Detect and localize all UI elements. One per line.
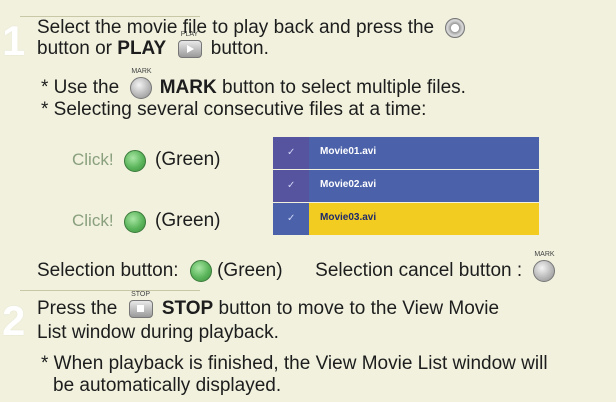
file-row[interactable]: ✓ Movie01.avi bbox=[273, 137, 539, 169]
step-1-line-2-pre: button or bbox=[37, 38, 112, 59]
row-checkbox[interactable]: ✓ bbox=[273, 137, 309, 169]
play-button-icon: PLAY bbox=[177, 31, 202, 58]
file-name: Movie02.avi bbox=[320, 179, 377, 190]
step-2-line-1: Press the STOP STOP button to move to th… bbox=[37, 291, 500, 320]
row-checkbox[interactable]: ✓ bbox=[273, 203, 309, 235]
mark-button-icon: MARK bbox=[130, 68, 153, 99]
step-divider bbox=[20, 290, 200, 291]
play-button-caption: PLAY bbox=[180, 30, 199, 38]
file-name: Movie03.avi bbox=[320, 212, 377, 223]
check-icon: ✓ bbox=[287, 147, 296, 158]
file-name: Movie01.avi bbox=[320, 146, 377, 157]
green-label-1: (Green) bbox=[155, 149, 221, 170]
step-2-line-1-pre: Press the bbox=[37, 298, 118, 319]
click-label-2: Click! bbox=[72, 211, 114, 230]
file-row[interactable]: ✓ Movie02.avi bbox=[273, 170, 539, 202]
cancel-mark-caption: MARK bbox=[534, 251, 555, 258]
stop-label: STOP bbox=[161, 298, 214, 319]
green-button-icon bbox=[124, 210, 147, 233]
step-2-number: 2 bbox=[2, 297, 26, 344]
selection-legend: Selection button: (Green) Selection canc… bbox=[37, 251, 556, 282]
check-icon: ✓ bbox=[287, 180, 296, 191]
step-1-note-2: * Selecting several consecutive files at… bbox=[41, 99, 427, 120]
step-2-note-1-cont: be automatically displayed. bbox=[53, 375, 282, 396]
click-callout-2: Click! (Green) bbox=[72, 210, 221, 233]
green-label-2: (Green) bbox=[155, 210, 221, 231]
mark-button-caption: MARK bbox=[131, 68, 152, 75]
step-1-note-1: * Use the MARK MARK button to select mul… bbox=[41, 68, 466, 99]
step-1-note-1-post: button to select multiple files. bbox=[222, 77, 466, 99]
stop-button-caption: STOP bbox=[131, 290, 151, 298]
click-callout-1: Click! (Green) bbox=[72, 149, 221, 172]
mark-label: MARK bbox=[159, 77, 217, 99]
step-2-line-1-post: button to move to the View Movie bbox=[218, 298, 500, 319]
selection-button-color: (Green) bbox=[217, 260, 283, 282]
click-label-1: Click! bbox=[72, 150, 114, 169]
file-row-selected[interactable]: ✓ Movie03.avi bbox=[273, 203, 539, 235]
row-checkbox[interactable]: ✓ bbox=[273, 170, 309, 202]
enter-button-icon bbox=[445, 17, 466, 38]
step-2-note-1: * When playback is finished, the View Mo… bbox=[41, 353, 548, 374]
step-1-number: 1 bbox=[2, 17, 26, 64]
step-1-line-2: button or PLAY PLAY button. bbox=[37, 31, 269, 60]
play-label: PLAY bbox=[117, 38, 167, 59]
mark-button-icon: MARK bbox=[533, 251, 556, 282]
selection-button-label: Selection button: bbox=[37, 260, 179, 282]
stop-button-icon: STOP bbox=[128, 291, 153, 318]
play-triangle-icon bbox=[186, 44, 194, 53]
step-1-line-1-text: Select the movie file to play back and p… bbox=[37, 17, 435, 38]
green-button-icon bbox=[189, 260, 212, 282]
step-1-note-1-pre: * Use the bbox=[41, 77, 120, 99]
cancel-button-label: Selection cancel button : bbox=[315, 260, 523, 282]
check-icon: ✓ bbox=[287, 213, 296, 224]
step-1-line-2-post: button. bbox=[210, 38, 269, 59]
stop-square-icon bbox=[136, 304, 144, 312]
step-2-line-2: List window during playback. bbox=[37, 322, 279, 343]
step-1-line-1: Select the movie file to play back and p… bbox=[37, 17, 466, 39]
green-button-icon bbox=[124, 149, 147, 172]
